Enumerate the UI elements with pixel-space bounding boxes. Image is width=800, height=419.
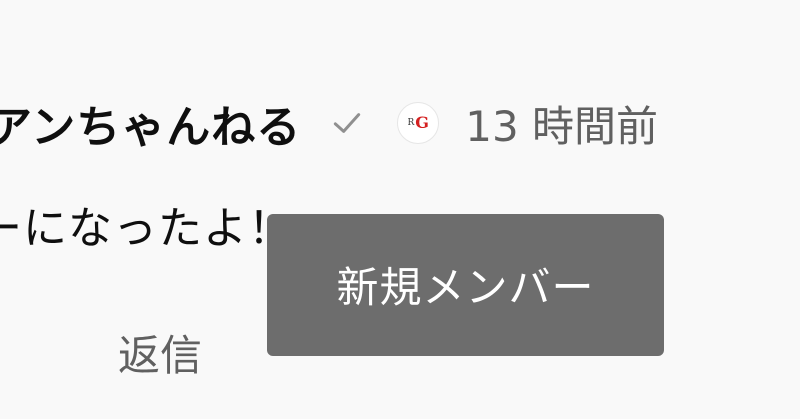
reply-button[interactable]: 返信 bbox=[118, 322, 202, 383]
member-badge-icon[interactable]: RG bbox=[397, 102, 440, 144]
check-icon bbox=[327, 103, 367, 143]
comment-text: ーになったよ！ bbox=[0, 203, 293, 254]
member-tooltip: 新規メンバー bbox=[267, 214, 664, 356]
comment-author[interactable]: アンちゃんねる bbox=[0, 91, 301, 155]
comment-header: アンちゃんねる RG 13 時間前 bbox=[0, 90, 658, 156]
comment-item: アンちゃんねる RG 13 時間前 ーになったよ！ 返信 新規メンバー bbox=[0, 0, 800, 419]
comment-timestamp[interactable]: 13 時間前 bbox=[465, 93, 658, 154]
tooltip-text: 新規メンバー bbox=[336, 262, 595, 312]
